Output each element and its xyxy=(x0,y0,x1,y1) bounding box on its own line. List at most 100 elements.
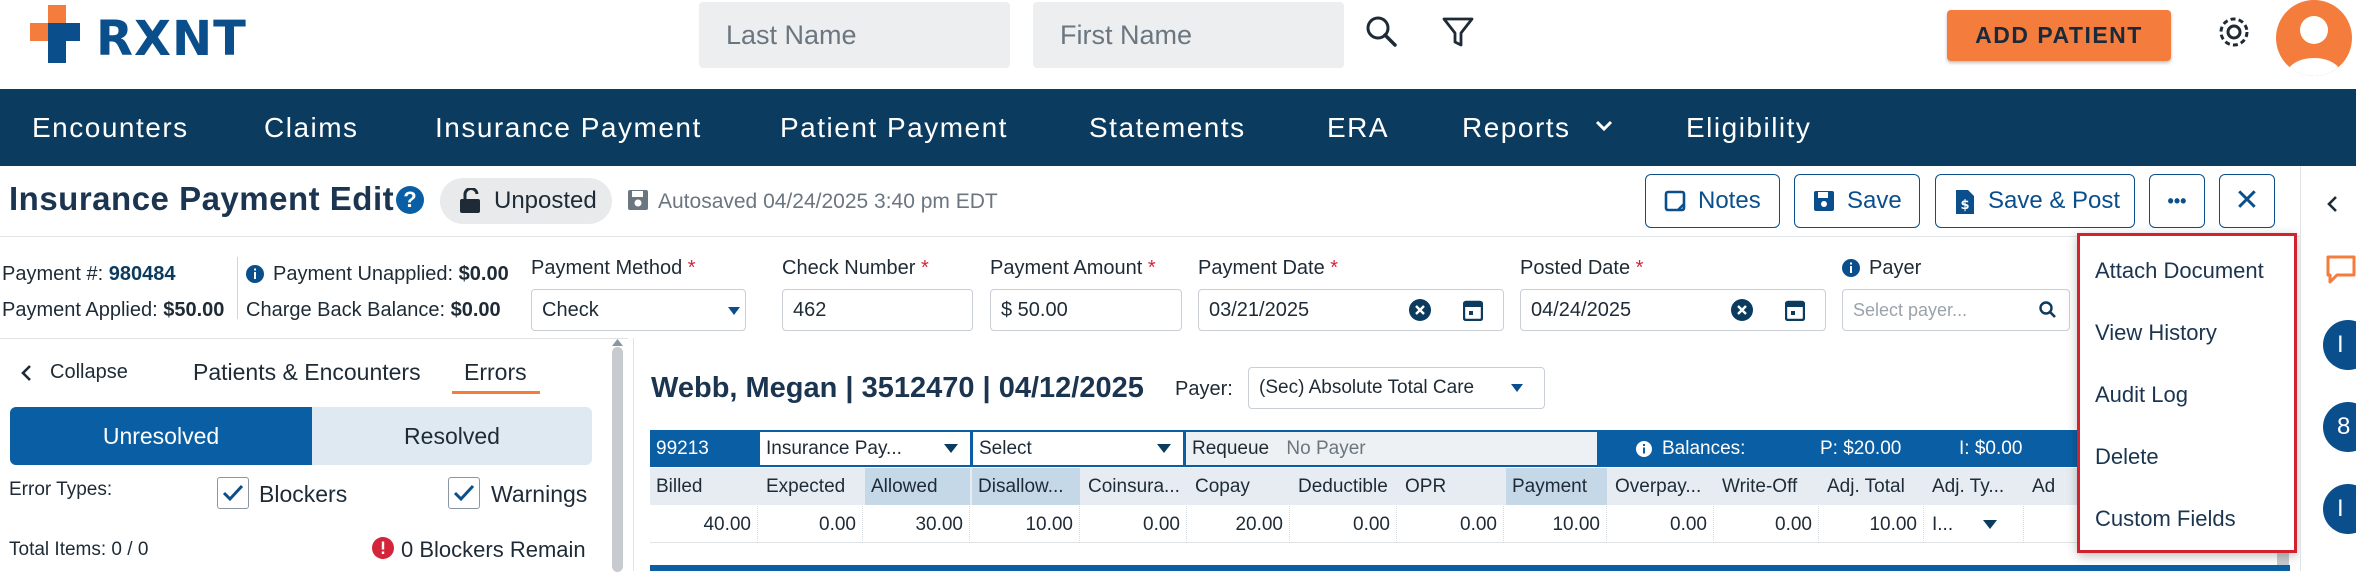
amount-cell[interactable]: 0.00 xyxy=(1292,506,1397,543)
last-name-search[interactable]: Last Name xyxy=(699,2,1010,68)
payment-amount-label-text: Payment Amount xyxy=(990,257,1143,279)
payment-type-value: Insurance Pay... xyxy=(766,438,902,459)
dropdown-caret-icon xyxy=(944,444,958,453)
checkmark-icon xyxy=(222,484,244,502)
requeue-label: Requeue xyxy=(1192,438,1270,459)
payment-date-input[interactable]: 03/21/2025 xyxy=(1198,289,1504,331)
charge-grid: 99213 Insurance Pay... Select Requeue No… xyxy=(650,430,2290,571)
balance-insurance: I: $0.00 xyxy=(1959,438,2023,459)
nav-encounters[interactable]: Encounters xyxy=(32,89,189,166)
amount-cell[interactable]: 20.00 xyxy=(1189,506,1290,543)
clear-date-icon[interactable] xyxy=(1409,299,1431,321)
unresolved-toggle[interactable]: Unresolved xyxy=(10,407,312,465)
payer-label: Payer xyxy=(1869,257,1922,279)
payer-select[interactable]: Select payer... xyxy=(1842,289,2070,331)
amount-cell[interactable]: 0.00 xyxy=(1399,506,1504,543)
search-icon xyxy=(2039,301,2056,318)
posted-date-value: 04/24/2025 xyxy=(1531,299,1632,321)
nav-insurance-payment[interactable]: Insurance Payment xyxy=(435,89,702,166)
adjustment-select-value: Select xyxy=(979,438,1032,459)
clear-date-icon[interactable] xyxy=(1731,299,1753,321)
first-name-search[interactable]: First Name xyxy=(1033,2,1344,68)
warnings-checkbox[interactable] xyxy=(448,477,480,509)
nav-eligibility[interactable]: Eligibility xyxy=(1686,89,1811,166)
requeue-payer: No Payer xyxy=(1286,438,1366,459)
check-number-input[interactable]: 462 xyxy=(782,289,973,331)
more-options-button[interactable]: ••• xyxy=(2149,174,2205,228)
payment-amount-input[interactable]: $ 50.00 xyxy=(990,289,1182,331)
gear-icon[interactable] xyxy=(2216,14,2252,50)
column-header: Coinsura... xyxy=(1088,476,1180,497)
save-button[interactable]: Save xyxy=(1794,174,1920,228)
column-header: OPR xyxy=(1405,476,1447,497)
page-title: Insurance Payment Edit xyxy=(9,180,395,217)
charge-back-balance: Charge Back Balance: $0.00 xyxy=(246,299,501,322)
divider xyxy=(237,257,238,319)
payment-type-select[interactable]: Insurance Pay... xyxy=(760,432,970,465)
add-patient-button[interactable]: ADD PATIENT xyxy=(1947,10,2171,61)
search-icon[interactable] xyxy=(1364,14,1400,50)
menu-attach-document[interactable]: Attach Document xyxy=(2095,258,2264,284)
chat-icon[interactable] xyxy=(2325,254,2356,284)
tab-patients-encounters[interactable]: Patients & Encounters xyxy=(193,359,421,386)
blockers-remain: 0 Blockers Remain xyxy=(401,537,586,562)
nav-patient-payment[interactable]: Patient Payment xyxy=(780,89,1008,166)
scroll-up-icon[interactable] xyxy=(611,337,624,347)
adjustment-select[interactable]: Select xyxy=(973,432,1183,465)
menu-view-history[interactable]: View History xyxy=(2095,320,2217,346)
payment-method-select[interactable]: Check xyxy=(531,289,746,331)
first-name-placeholder: First Name xyxy=(1060,20,1193,50)
left-scrollbar[interactable] xyxy=(612,347,623,572)
payment-number: Payment #: 980484 xyxy=(2,263,175,286)
user-icon xyxy=(2286,16,2342,76)
amount-cell[interactable]: 0.00 xyxy=(1082,506,1187,543)
menu-delete[interactable]: Delete xyxy=(2095,444,2159,470)
post-document-icon: $ xyxy=(1956,190,1974,214)
notes-button[interactable]: Notes xyxy=(1645,174,1780,228)
calendar-icon[interactable] xyxy=(1785,299,1805,321)
amount-cell[interactable]: 0.00 xyxy=(1716,506,1819,543)
tab-errors[interactable]: Errors xyxy=(464,359,527,386)
blockers-checkbox[interactable] xyxy=(217,477,249,509)
amount-cell[interactable]: I... xyxy=(1926,506,2024,543)
main-nav: Encounters Claims Insurance Payment Pati… xyxy=(0,89,2356,166)
amount-cell[interactable]: 0.00 xyxy=(1609,506,1714,543)
amount-cell[interactable]: 10.00 xyxy=(1506,506,1607,543)
chevron-left-icon[interactable] xyxy=(2325,194,2339,214)
rxnt-logo[interactable]: RXNT xyxy=(30,5,260,67)
nav-statements[interactable]: Statements xyxy=(1089,89,1246,166)
encounter-heading: Webb, Megan | 3512470 | 04/12/2025 xyxy=(651,372,1144,404)
info-icon xyxy=(1842,259,1860,277)
amount-cell[interactable]: 10.00 xyxy=(1821,506,1924,543)
nav-era[interactable]: ERA xyxy=(1327,89,1389,166)
amount-cell[interactable]: 10.00 xyxy=(972,506,1080,543)
close-button[interactable]: ✕ xyxy=(2219,174,2275,228)
menu-custom-fields[interactable]: Custom Fields xyxy=(2095,506,2236,532)
resolved-toggle[interactable]: Resolved xyxy=(312,407,592,465)
nav-reports[interactable]: Reports xyxy=(1462,89,1613,166)
encounter-payer-select[interactable]: (Sec) Absolute Total Care xyxy=(1248,367,1545,409)
posted-date-input[interactable]: 04/24/2025 xyxy=(1520,289,1826,331)
requeue-cell[interactable]: Requeue No Payer xyxy=(1186,432,1597,465)
user-avatar[interactable] xyxy=(2276,0,2352,76)
amount-cell[interactable]: 30.00 xyxy=(865,506,970,543)
next-row-strip xyxy=(650,565,2290,571)
menu-audit-log[interactable]: Audit Log xyxy=(2095,382,2188,408)
filter-icon[interactable] xyxy=(1440,14,1476,50)
payment-date-label: Payment Date * xyxy=(1198,257,1339,279)
amount-cell[interactable]: 0.00 xyxy=(760,506,863,543)
nav-reports-label: Reports xyxy=(1462,112,1571,143)
last-name-placeholder: Last Name xyxy=(726,20,857,50)
column-header: Adj. Ty... xyxy=(1932,476,2005,497)
calendar-icon[interactable] xyxy=(1463,299,1483,321)
payment-number-label: Payment #: xyxy=(2,263,104,285)
notes-label: Notes xyxy=(1698,187,1761,214)
amount-cell[interactable]: 40.00 xyxy=(650,506,758,543)
nav-claims[interactable]: Claims xyxy=(264,89,359,166)
error-types-label: Error Types: xyxy=(9,479,113,500)
balance-patient: P: $20.00 xyxy=(1820,438,1902,459)
help-icon[interactable]: ? xyxy=(396,186,424,214)
save-post-button[interactable]: $ Save & Post xyxy=(1935,174,2135,228)
chevron-left-icon xyxy=(21,365,31,381)
balances-label: Balances: xyxy=(1662,438,1746,459)
